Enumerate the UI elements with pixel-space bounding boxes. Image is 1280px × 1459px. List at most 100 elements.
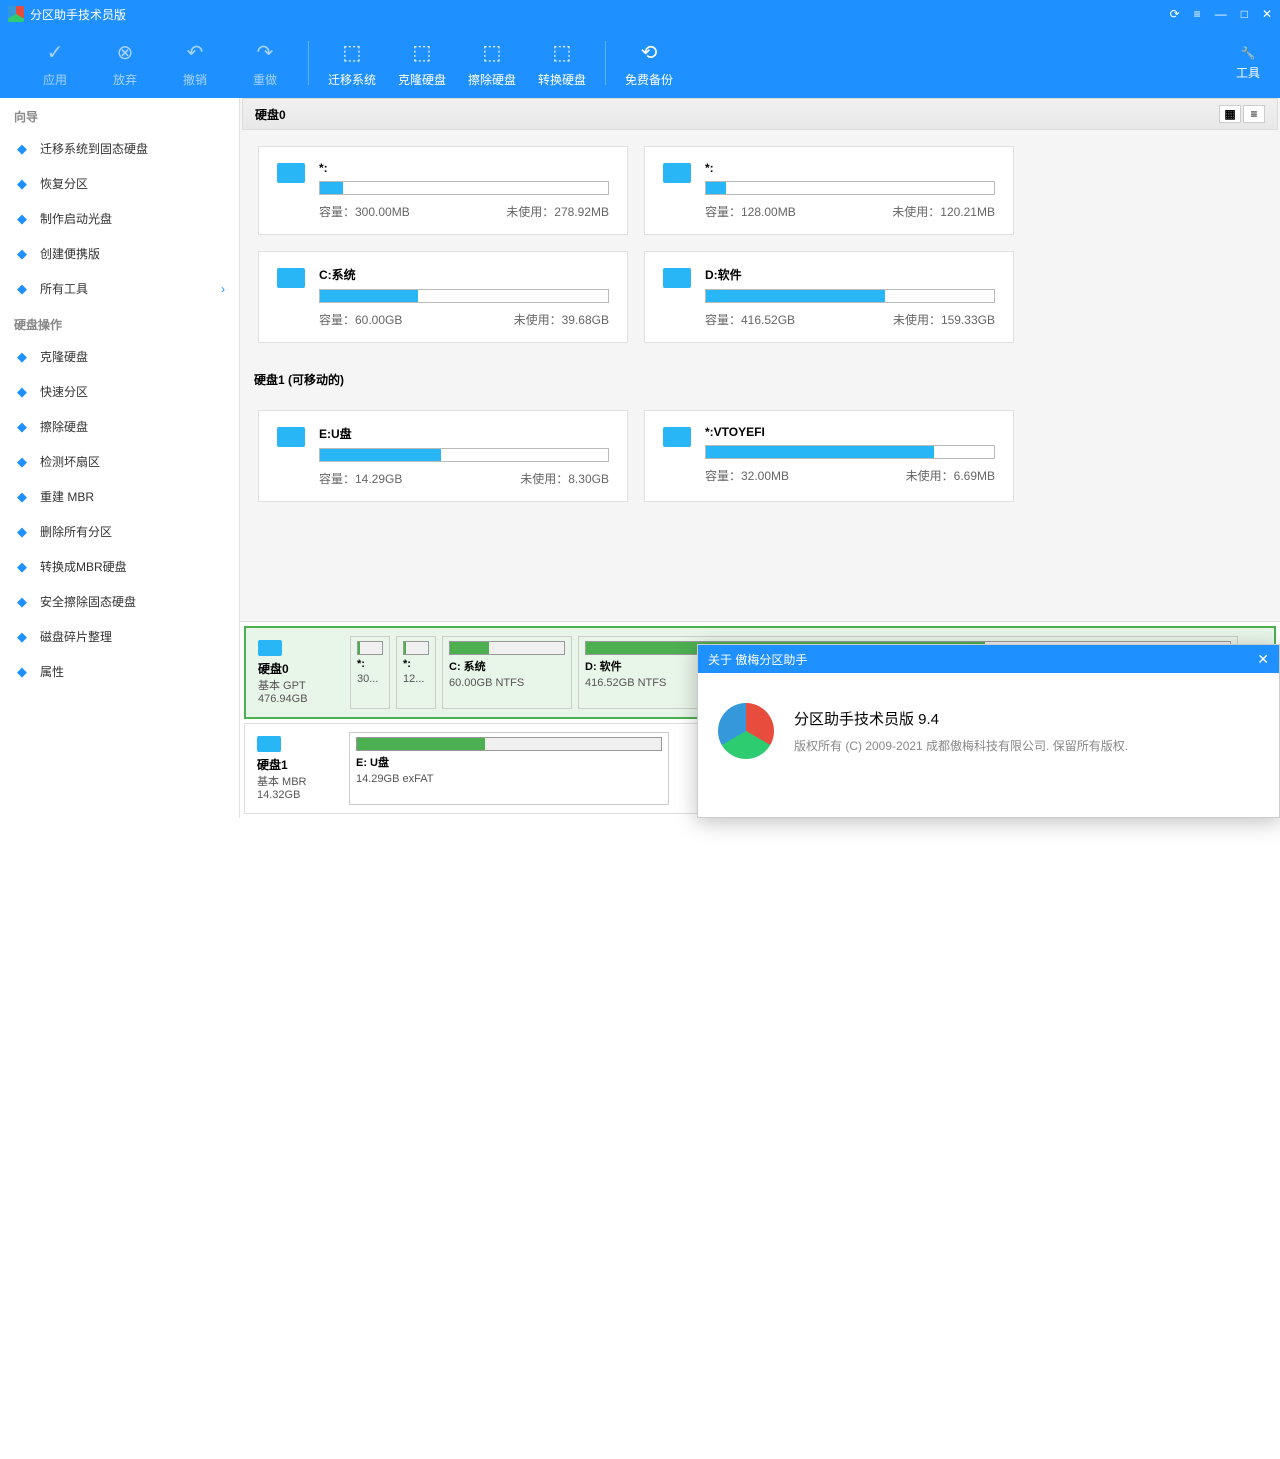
partition-card[interactable]: *:VTOYEFI容量：32.00MB未使用：6.69MB	[644, 410, 1014, 502]
sidebar-wizard-item[interactable]: ◆迁移系统到固态硬盘	[0, 131, 239, 166]
partition-block-size: 30...	[357, 673, 383, 685]
drive-icon	[663, 427, 691, 447]
partition-card[interactable]: C:系统容量：60.00GB未使用：39.68GB	[258, 251, 628, 343]
partition-block-name: *:	[357, 658, 383, 670]
drive-icon	[663, 268, 691, 288]
clone-icon: ⬚	[408, 39, 436, 67]
minimize-icon[interactable]: —	[1215, 7, 1227, 21]
usage-bar	[319, 289, 609, 303]
drive-icon	[277, 268, 305, 288]
sidebar-item-label: 安全擦除固态硬盘	[40, 593, 136, 610]
wipe-button[interactable]: ⬚擦除硬盘	[457, 39, 527, 88]
free-label: 未使用：278.92MB	[506, 203, 609, 220]
about-close-icon[interactable]: ✕	[1257, 651, 1269, 668]
partition-card[interactable]: *: 容量：128.00MB 未使用：120.21MB	[644, 146, 1014, 235]
sidebar-diskop-item[interactable]: ◆重建 MBR	[0, 479, 239, 514]
partition-card[interactable]: D:软件容量：416.52GB未使用：159.33GB	[644, 251, 1014, 343]
close-icon[interactable]: ✕	[1262, 7, 1272, 21]
sidebar-icon: ◆	[14, 489, 30, 505]
partition-block[interactable]: C: 系统60.00GB NTFS	[442, 636, 572, 709]
sidebar-diskop-item[interactable]: ◆克隆硬盘	[0, 339, 239, 374]
menu-icon[interactable]: ≡	[1194, 7, 1201, 21]
sidebar-diskop-item[interactable]: ◆属性	[0, 654, 239, 689]
free-label: 未使用：8.30GB	[520, 470, 609, 487]
sidebar-diskop-item[interactable]: ◆删除所有分区	[0, 514, 239, 549]
sidebar-item-label: 删除所有分区	[40, 523, 112, 540]
app-logo-icon	[8, 6, 24, 22]
sidebar-wizard-item[interactable]: ◆制作启动光盘	[0, 201, 239, 236]
drive-icon	[277, 163, 305, 183]
sidebar-wizard-item[interactable]: ◆ 恢复分区	[0, 166, 239, 201]
disk-header: 硬盘0▦≡	[242, 98, 1278, 130]
disk-header: 硬盘1 (可移动的)	[242, 359, 1278, 394]
capacity-label: 容量：128.00MB	[705, 203, 796, 220]
partition-name: *:	[705, 161, 995, 175]
redo-button[interactable]: ↷重做	[230, 39, 300, 88]
sidebar-diskop-item[interactable]: ◆快速分区	[0, 374, 239, 409]
sidebar-diskop-item[interactable]: ◆ 转换成MBR硬盘	[0, 549, 239, 584]
sidebar-item-label: 检测坏扇区	[40, 453, 100, 470]
sidebar-item-label: 恢复分区	[40, 175, 88, 192]
partition-block[interactable]: *: 30...	[350, 636, 390, 709]
view-list-icon[interactable]: ≡	[1243, 105, 1265, 123]
window-controls: ⟳ ≡ — □ ✕	[1170, 7, 1272, 21]
usage-bar	[319, 448, 609, 462]
clone-button[interactable]: ⬚克隆硬盘	[387, 39, 457, 88]
sidebar-icon: ◆	[14, 664, 30, 680]
sidebar-item-label: 转换成MBR硬盘	[40, 558, 127, 575]
capacity-label: 容量：14.29GB	[319, 470, 402, 487]
sidebar-icon: ◆	[14, 281, 30, 297]
sidebar-icon: ◆	[14, 629, 30, 645]
capacity-label: 容量：300.00MB	[319, 203, 410, 220]
partition-name: D:软件	[705, 266, 995, 283]
partition-block[interactable]: *:12...	[396, 636, 436, 709]
sidebar-wizard-item[interactable]: ◆创建便携版	[0, 236, 239, 271]
partition-card[interactable]: *:容量：300.00MB未使用：278.92MB	[258, 146, 628, 235]
sidebar-item-label: 擦除硬盘	[40, 418, 88, 435]
partition-block-size: 12...	[403, 673, 429, 685]
tools-button[interactable]: 🔧工具	[1236, 46, 1260, 81]
drive-icon	[663, 163, 691, 183]
usage-bar	[705, 445, 995, 459]
wizard-header: 向导	[0, 98, 239, 131]
refresh-icon[interactable]: ⟳	[1170, 7, 1180, 21]
backup-button[interactable]: ⟲免费备份	[614, 39, 684, 88]
undo-button[interactable]: ↶撤销	[160, 39, 230, 88]
partition-card[interactable]: E:U盘容量：14.29GB未使用：8.30GB	[258, 410, 628, 502]
free-label: 未使用：120.21MB	[892, 203, 995, 220]
usage-bar	[705, 289, 995, 303]
partition-block[interactable]: E: U盘14.29GB exFAT	[349, 732, 669, 805]
sidebar-diskop-item[interactable]: ◆擦除硬盘	[0, 409, 239, 444]
view-grid-icon[interactable]: ▦	[1219, 105, 1241, 123]
sidebar-icon: ◆	[14, 176, 30, 192]
maximize-icon[interactable]: □	[1241, 7, 1248, 21]
migrate-button[interactable]: ⬚迁移系统	[317, 39, 387, 88]
app-title: 分区助手技术员版	[30, 6, 126, 23]
about-titlebar: 关于 傲梅分区助手 ✕	[698, 645, 1279, 673]
about-title: 关于 傲梅分区助手	[708, 651, 807, 668]
diskops-header: 硬盘操作	[0, 306, 239, 339]
about-logo-icon	[718, 703, 774, 759]
sidebar-diskop-item[interactable]: ◆ 磁盘碎片整理	[0, 619, 239, 654]
sidebar-item-label: 克隆硬盘	[40, 348, 88, 365]
redo-icon: ↷	[251, 39, 279, 67]
convert-button[interactable]: ⬚转换硬盘	[527, 39, 597, 88]
disk-icon	[258, 640, 282, 656]
sidebar-diskop-item[interactable]: ◆检测坏扇区	[0, 444, 239, 479]
sidebar-item-label: 迁移系统到固态硬盘	[40, 140, 148, 157]
partition-block-name: E: U盘	[356, 754, 662, 770]
backup-icon: ⟲	[635, 39, 663, 67]
drive-icon	[277, 427, 305, 447]
convert-icon: ⬚	[548, 39, 576, 67]
sidebar-item-label: 创建便携版	[40, 245, 100, 262]
undo-icon: ↶	[181, 39, 209, 67]
sidebar-item-label: 磁盘碎片整理	[40, 628, 112, 645]
disk-icon	[257, 736, 281, 752]
disk-label: 硬盘1基本 MBR14.32GB	[253, 732, 343, 805]
sidebar-icon: ◆	[14, 559, 30, 575]
apply-button[interactable]: ✓应用	[20, 39, 90, 88]
sidebar-item-label: 快速分区	[40, 383, 88, 400]
discard-button[interactable]: ⊗放弃	[90, 39, 160, 88]
sidebar-wizard-item[interactable]: ◆所有工具›	[0, 271, 239, 306]
sidebar-diskop-item[interactable]: ◆安全擦除固态硬盘	[0, 584, 239, 619]
